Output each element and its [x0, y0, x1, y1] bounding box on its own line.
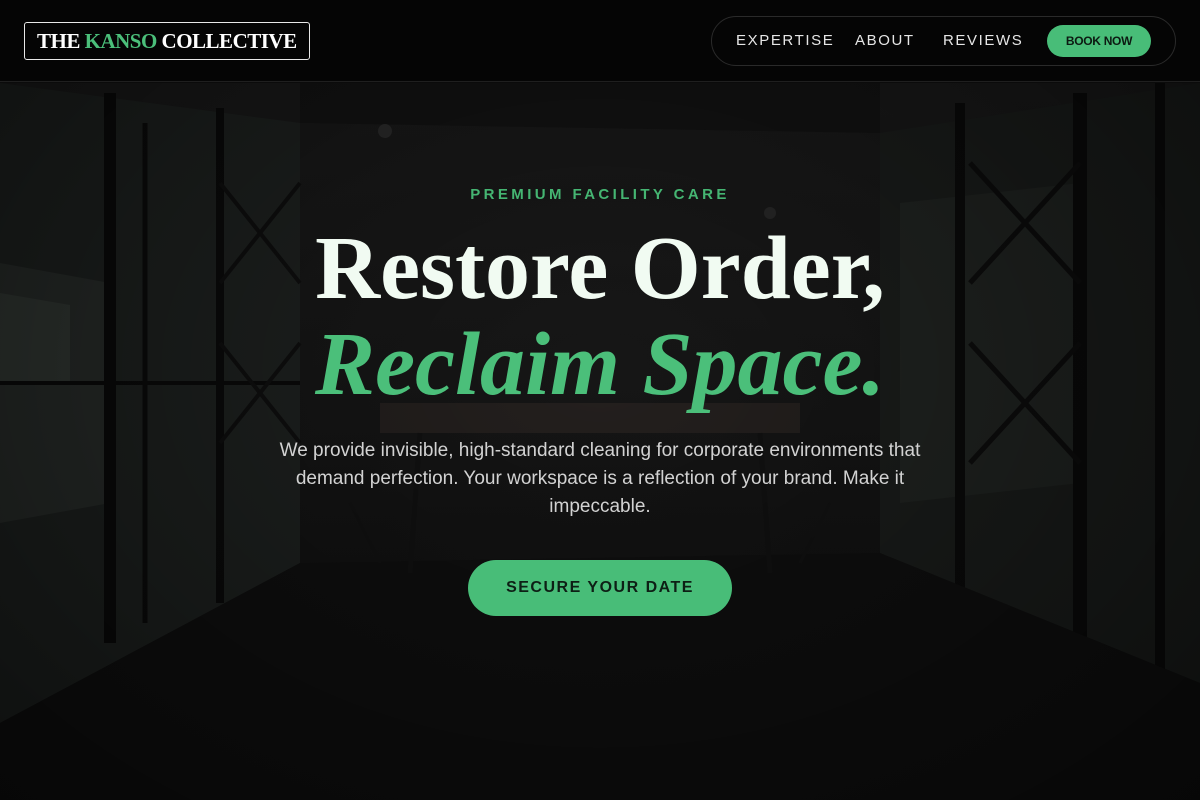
- nav-link-expertise[interactable]: EXPERTISE: [736, 17, 834, 65]
- nav-link-reviews[interactable]: REVIEWS: [943, 17, 1023, 65]
- hero-section: PREMIUM FACILITY CARE Restore Order, Rec…: [0, 83, 1200, 800]
- logo-text-the: THE: [37, 29, 85, 53]
- hero-description: We provide invisible, high-standard clea…: [279, 440, 921, 517]
- nav-link-about[interactable]: ABOUT: [855, 17, 915, 65]
- hero-headline-line1: Restore Order,: [315, 219, 885, 318]
- brand-logo[interactable]: THE KANSO COLLECTIVE: [24, 22, 310, 60]
- main-nav: EXPERTISE ABOUT REVIEWS BOOK NOW: [711, 16, 1176, 66]
- secure-your-date-button[interactable]: SECURE YOUR DATE: [468, 560, 732, 616]
- logo-text-collective: COLLECTIVE: [156, 29, 298, 53]
- hero-eyebrow: PREMIUM FACILITY CARE: [470, 186, 730, 203]
- site-header: THE KANSO COLLECTIVE EXPERTISE ABOUT REV…: [0, 0, 1200, 82]
- book-now-button[interactable]: BOOK NOW: [1047, 25, 1151, 57]
- logo-text-kanso: KANSO: [84, 29, 158, 53]
- hero-headline-line2: Reclaim Space.: [315, 315, 885, 414]
